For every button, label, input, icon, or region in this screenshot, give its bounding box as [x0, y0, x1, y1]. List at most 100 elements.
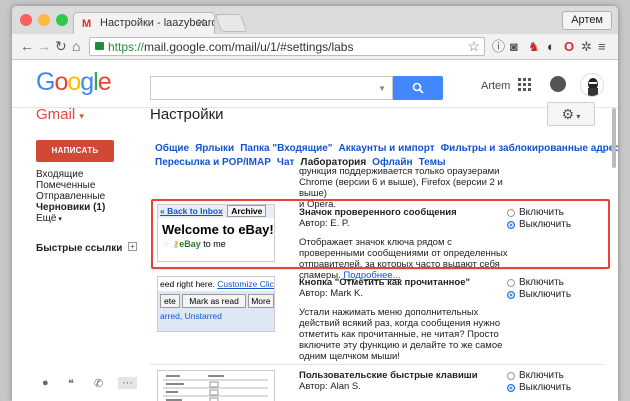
sidebar-item-more-label: Ещё	[36, 213, 57, 224]
enable-label: Включить	[519, 370, 564, 381]
lab-author: Автор: Alan S.	[299, 381, 361, 392]
search-input[interactable]: ▼	[150, 76, 393, 100]
tab-settings-1[interactable]: Ярлыки	[195, 143, 234, 154]
new-tab-button[interactable]	[214, 14, 248, 32]
sidebar-item-sent[interactable]: Отправленные	[36, 191, 105, 202]
thumb-line: arred, Unstarred	[160, 311, 222, 321]
enable-label: Включить	[519, 277, 564, 288]
quick-links-label[interactable]: Быстрые ссылки	[36, 243, 122, 254]
forward-arrow-icon[interactable]: →	[37, 38, 51, 54]
compose-button[interactable]: НАПИСАТЬ	[36, 140, 114, 162]
thumb-btn: More	[248, 294, 274, 308]
tab-settings-5[interactable]: Пересылка и POP/IMAP	[155, 157, 271, 168]
thumb-btn: Mark as read	[182, 294, 246, 308]
browser-window: M Настройки - laazybeard@ ✕ Артем ← → ↻ …	[12, 6, 618, 401]
tab-settings-9[interactable]: Темы	[419, 157, 446, 168]
lab-item-mark-as-read: Кнопка "Отметить как прочитанное" Автор:…	[299, 277, 509, 362]
disable-label: Выключить	[519, 289, 572, 300]
pocket-icon[interactable]: ◙	[510, 39, 518, 55]
maximize-window-button[interactable]	[56, 14, 68, 26]
google-header: Google ▼ Artem	[12, 61, 618, 107]
close-window-button[interactable]	[20, 14, 32, 26]
notifications-icon[interactable]	[550, 76, 566, 92]
gear-icon: ⚙	[561, 106, 575, 122]
lab-item-custom-shortcuts: Пользовательские быстрые клавиши Автор: …	[299, 370, 509, 392]
home-icon[interactable]: ⌂	[72, 38, 80, 54]
google-logo[interactable]: Google	[36, 68, 112, 97]
lab-title: Кнопка "Отметить как прочитанное"	[299, 277, 471, 288]
bookmark-star-icon[interactable]: ☆	[467, 38, 480, 55]
search-icon	[412, 82, 424, 94]
browser-tab[interactable]: M Настройки - laazybeard@ ✕	[73, 12, 215, 34]
search-options-icon[interactable]: ▼	[378, 84, 386, 93]
address-bar[interactable]: https://mail.google.com/mail/u/1/#settin…	[89, 37, 485, 56]
sidebar-item-starred[interactable]: Помеченные	[36, 180, 105, 191]
lab-divider	[150, 269, 605, 270]
tab-settings-2[interactable]: Папка "Входящие"	[240, 143, 332, 154]
profile-button[interactable]: Артем	[562, 11, 612, 30]
prev-line: функция поддерживается только браузерами	[299, 169, 500, 177]
url-path: mail.google.com/mail/u/1/#settings/labs	[144, 40, 354, 54]
phone-icon[interactable]: ✆	[94, 377, 103, 390]
back-arrow-icon[interactable]: ←	[20, 38, 34, 54]
gmail-menu[interactable]: Gmail ▾	[36, 106, 84, 123]
opera-icon[interactable]: O	[564, 39, 574, 55]
close-tab-icon[interactable]: ✕	[197, 16, 206, 29]
tab-settings-6[interactable]: Чат	[277, 157, 295, 168]
tab-settings-8[interactable]: Офлайн	[372, 157, 412, 168]
lab-title: Пользовательские быстрые клавиши	[299, 370, 478, 381]
gear-extension-icon[interactable]: ✲	[581, 39, 592, 55]
settings-gear-button[interactable]: ⚙ ▾	[547, 102, 595, 126]
user-name[interactable]: Artem	[481, 80, 510, 92]
lab-divider	[150, 364, 605, 365]
page-title: Настройки	[150, 106, 224, 123]
apps-grid-icon[interactable]	[518, 78, 531, 91]
info-icon[interactable]: ⓘ	[492, 39, 505, 55]
lab-thumbnail	[157, 370, 275, 401]
hangouts-icon[interactable]: ❝	[68, 377, 74, 390]
lab-thumbnail: eed right here. Customize Clic ete Mark …	[157, 276, 275, 332]
lock-icon	[95, 42, 104, 50]
extension-icon-2[interactable]: ◐	[547, 39, 555, 55]
prev-line: Chrome (версии 6 и выше), Firefox (верси…	[299, 177, 503, 199]
more-icon[interactable]: ···	[118, 377, 137, 389]
scrollbar[interactable]	[612, 108, 616, 168]
disable-label: Выключить	[519, 382, 572, 393]
tab-bar: M Настройки - laazybeard@ ✕ Артем	[12, 6, 618, 34]
radio-icon	[507, 371, 515, 380]
reload-icon[interactable]: ↻	[55, 38, 67, 54]
highlight-frame	[151, 199, 610, 269]
menu-icon[interactable]: ≡	[598, 39, 606, 55]
search-button[interactable]	[393, 76, 443, 100]
minimize-window-button[interactable]	[38, 14, 50, 26]
disable-radio[interactable]: Выключить	[507, 382, 571, 393]
enable-radio[interactable]: Включить	[507, 277, 571, 288]
tab-settings-7[interactable]: Лаборатория	[300, 157, 366, 168]
gmail-label: Gmail	[36, 106, 76, 123]
sidebar-item-more[interactable]: Ещё ▾	[36, 213, 105, 224]
browser-toolbar: ← → ↻ ⌂ https://mail.google.com/mail/u/1…	[12, 34, 618, 60]
url-scheme: https://	[108, 40, 145, 54]
tab-settings-3[interactable]: Аккаунты и импорт	[339, 143, 435, 154]
gmail-m-icon: M	[82, 18, 92, 30]
sidebar-item-drafts[interactable]: Черновики (1)	[36, 202, 105, 213]
tab-settings-0[interactable]: Общие	[155, 143, 189, 154]
sidebar-item-inbox[interactable]: Входящие	[36, 169, 105, 180]
person-icon[interactable]: ●	[42, 377, 49, 389]
thumb-customize: Customize Clic	[217, 279, 274, 289]
thumb-btn: ete	[160, 294, 180, 308]
avatar[interactable]	[580, 73, 604, 97]
tab-settings-4[interactable]: Фильтры и заблокированные адреса	[441, 143, 618, 154]
add-quick-link-icon[interactable]: +	[128, 242, 137, 251]
extension-icon[interactable]: ♞	[528, 39, 540, 55]
enable-radio[interactable]: Включить	[507, 370, 571, 381]
thumb-shortcuts-table	[163, 375, 268, 401]
chevron-down-icon: ▾	[79, 111, 84, 121]
radio-selected-icon	[507, 290, 515, 299]
lab-toggle: Включить Выключить	[507, 370, 571, 394]
radio-selected-icon	[507, 383, 515, 392]
lab-toggle: Включить Выключить	[507, 277, 571, 301]
header-divider	[12, 107, 618, 108]
disable-radio[interactable]: Выключить	[507, 289, 571, 300]
radio-icon	[507, 278, 515, 287]
